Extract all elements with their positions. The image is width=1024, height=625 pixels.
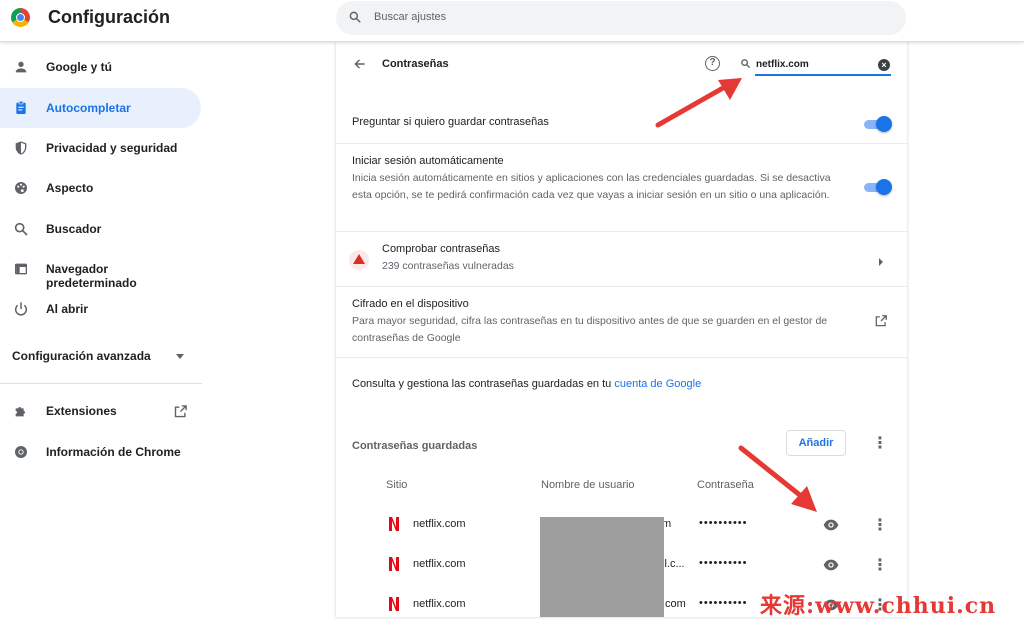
- clipboard-icon: [16, 101, 26, 114]
- search-icon: [349, 11, 361, 23]
- encryption-description: Para mayor seguridad, cifra las contrase…: [352, 315, 828, 344]
- row-more-options-icon[interactable]: [869, 555, 888, 575]
- netflix-icon: [389, 517, 399, 531]
- offer-to-save-row: Preguntar si quiero guardar contraseñas: [336, 104, 907, 143]
- google-account-link[interactable]: cuenta de Google: [614, 378, 701, 390]
- show-password-eye-icon[interactable]: [823, 558, 839, 572]
- username-cell: .com: [662, 598, 686, 610]
- page-title: Configuración: [48, 7, 170, 27]
- encryption-label: Cifrado en el dispositivo: [352, 298, 469, 310]
- manage-row: Consulta y gestiona las contraseñas guar…: [336, 357, 907, 412]
- password-cell: ••••••••••: [699, 557, 748, 569]
- redacted-username-block: [540, 517, 664, 617]
- settings-search-input[interactable]: Buscar ajustes: [336, 1, 906, 35]
- open-in-new-icon[interactable]: [173, 404, 188, 419]
- auto-signin-row: Iniciar sesión automáticamente Inicia se…: [336, 143, 907, 231]
- chrome-logo-icon: [11, 8, 30, 27]
- person-icon: [15, 61, 27, 73]
- power-icon: [15, 302, 27, 316]
- sidebar-item-privacy[interactable]: Privacidad y seguridad: [0, 128, 201, 168]
- username-cell: il.c...: [662, 558, 685, 570]
- warning-icon: [349, 250, 369, 270]
- palette-icon: [15, 182, 27, 194]
- shield-icon: [15, 141, 27, 155]
- sidebar-item-about-chrome[interactable]: Información de Chrome: [0, 432, 201, 472]
- offer-to-save-label: Preguntar si quiero guardar contraseñas: [352, 116, 549, 128]
- site-cell: netflix.com: [413, 518, 466, 530]
- encryption-row[interactable]: Cifrado en el dispositivo Para mayor seg…: [336, 286, 907, 357]
- back-arrow-icon[interactable]: [352, 57, 368, 71]
- compromised-count: 239 contraseñas vulneradas: [382, 260, 514, 272]
- offer-to-save-toggle[interactable]: [864, 116, 892, 132]
- watermark-text: 来源:www.chhui.cn: [760, 593, 997, 619]
- auto-signin-label: Iniciar sesión automáticamente: [352, 155, 504, 167]
- browser-icon: [15, 263, 27, 275]
- auto-signin-toggle[interactable]: [864, 179, 892, 195]
- site-cell: netflix.com: [413, 558, 466, 570]
- sidebar-item-extensions[interactable]: Extensiones: [0, 391, 201, 431]
- column-header-username: Nombre de usuario: [541, 479, 635, 491]
- password-cell: ••••••••••: [699, 597, 748, 609]
- row-more-options-icon[interactable]: [869, 515, 888, 535]
- search-placeholder: Buscar ajustes: [374, 11, 447, 23]
- sidebar-item-label: Buscador: [46, 222, 102, 236]
- auto-signin-description: Inicia sesión automáticamente en sitios …: [352, 172, 831, 201]
- puzzle-icon: [15, 407, 25, 417]
- annotation-arrow-search: [655, 78, 742, 128]
- manage-text: Consulta y gestiona las contraseñas guar…: [352, 378, 702, 390]
- chrome-icon: [15, 446, 27, 458]
- sidebar-item-label: Autocompletar: [46, 101, 131, 115]
- annotation-arrow-eye: [738, 445, 817, 512]
- search-icon: [14, 222, 28, 236]
- sidebar-item-default-browser[interactable]: Navegador predeterminado: [0, 249, 201, 290]
- advanced-settings-toggle[interactable]: Configuración avanzada: [12, 349, 151, 363]
- chevron-down-icon: [176, 354, 184, 359]
- sidebar: Google y tú Autocompletar Privacidad y s…: [0, 42, 202, 617]
- chevron-right-icon: [879, 258, 883, 266]
- sidebar-item-appearance[interactable]: Aspecto: [0, 168, 201, 208]
- password-search-input[interactable]: [755, 54, 891, 76]
- search-icon: [741, 59, 751, 69]
- passwords-card: Contraseñas ? × Preguntar si quiero guar…: [336, 42, 907, 617]
- help-icon[interactable]: ?: [705, 56, 720, 71]
- netflix-icon: [389, 597, 399, 611]
- sidebar-item-on-startup[interactable]: Al abrir: [0, 289, 201, 329]
- sidebar-item-label: Información de Chrome: [46, 445, 181, 459]
- netflix-icon: [389, 557, 399, 571]
- sidebar-item-label: Privacidad y seguridad: [46, 141, 178, 155]
- saved-passwords-title: Contraseñas guardadas: [352, 440, 478, 452]
- sidebar-item-autofill[interactable]: Autocompletar: [0, 88, 201, 128]
- sidebar-item-search-engine[interactable]: Buscador: [0, 209, 201, 249]
- sidebar-item-label: Google y tú: [46, 60, 112, 74]
- passwords-title: Contraseñas: [382, 58, 449, 70]
- clear-search-icon[interactable]: ×: [878, 59, 890, 71]
- sidebar-item-google[interactable]: Google y tú: [0, 47, 201, 87]
- sidebar-item-label: Navegador predeterminado: [46, 262, 137, 290]
- sidebar-divider: [0, 383, 202, 384]
- top-bar: Configuración Buscar ajustes: [0, 0, 1024, 42]
- sidebar-item-label: Aspecto: [46, 181, 94, 195]
- sidebar-item-label: Extensiones: [46, 404, 117, 418]
- column-header-site: Sitio: [386, 479, 408, 491]
- more-options-icon[interactable]: [869, 433, 888, 453]
- check-passwords-row[interactable]: Comprobar contraseñas 239 contraseñas vu…: [336, 231, 907, 286]
- sidebar-item-label: Al abrir: [46, 302, 89, 316]
- site-cell: netflix.com: [413, 598, 466, 610]
- check-passwords-label: Comprobar contraseñas: [382, 243, 501, 255]
- open-in-new-icon[interactable]: [874, 314, 888, 328]
